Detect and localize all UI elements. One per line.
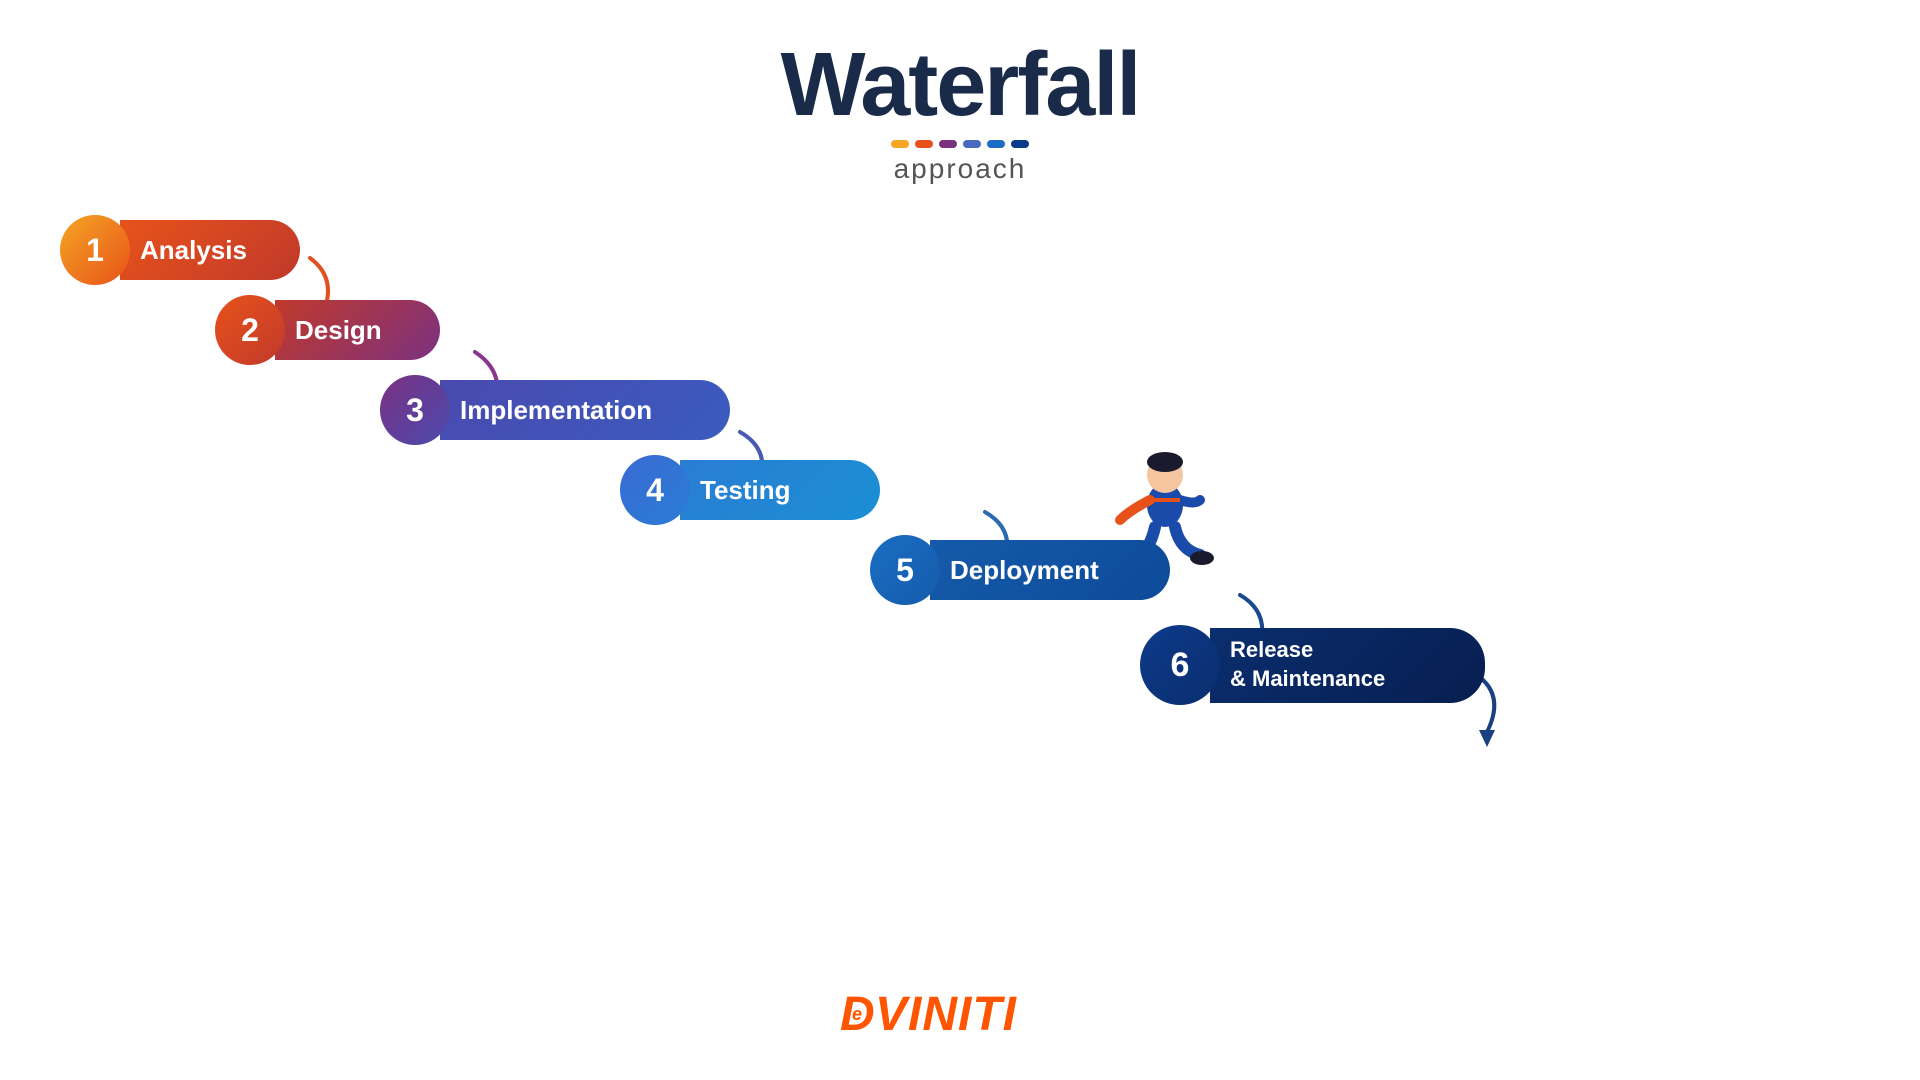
step-4-number: 4 [646, 472, 664, 509]
title-section: Waterfall approach [660, 40, 1260, 185]
step-6-number: 6 [1171, 646, 1190, 685]
step-1-number: 1 [86, 232, 104, 269]
title-sub: approach [660, 153, 1260, 185]
step-4-circle: 4 [620, 455, 690, 525]
step-2-label: Design [275, 300, 440, 360]
svg-text:VINITI: VINITI [875, 988, 1018, 1040]
step-5-circle: 5 [870, 535, 940, 605]
step-6-label: Release& Maintenance [1210, 628, 1485, 703]
step-6-circle: 6 [1140, 625, 1220, 705]
dot-1 [891, 140, 909, 148]
dot-3 [939, 140, 957, 148]
step-2: 2 Design [215, 295, 440, 365]
logo-svg: D e VINITI [840, 980, 1080, 1040]
step-3: 3 Implementation [380, 375, 730, 445]
step-3-label: Implementation [440, 380, 730, 440]
step-3-circle: 3 [380, 375, 450, 445]
step-6: 6 Release& Maintenance [1140, 625, 1485, 705]
step-4-label: Testing [680, 460, 880, 520]
step-5-label: Deployment [930, 540, 1170, 600]
step-1-label: Analysis [120, 220, 300, 280]
dot-5 [987, 140, 1005, 148]
step-1-circle: 1 [60, 215, 130, 285]
dot-6 [1011, 140, 1029, 148]
step-2-circle: 2 [215, 295, 285, 365]
step-4: 4 Testing [620, 455, 880, 525]
step-5-number: 5 [896, 552, 914, 589]
step-6-text: Release& Maintenance [1230, 636, 1385, 693]
svg-text:e: e [852, 1004, 863, 1024]
step-2-number: 2 [241, 312, 259, 349]
title-main: Waterfall [660, 40, 1260, 130]
step-5: 5 Deployment [870, 535, 1170, 605]
dot-2 [915, 140, 933, 148]
step-3-number: 3 [406, 392, 424, 429]
title-dots [660, 140, 1260, 148]
logo: D e VINITI [840, 980, 1080, 1050]
step-1: 1 Analysis [60, 215, 300, 285]
dot-4 [963, 140, 981, 148]
